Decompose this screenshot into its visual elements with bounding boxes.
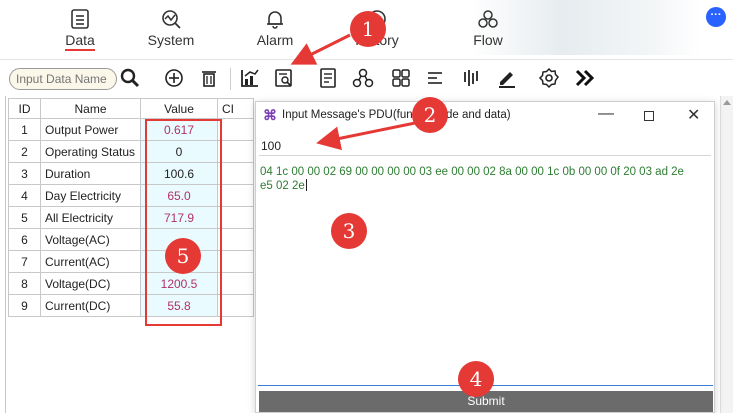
- pdu-text-line-2-value: e5 02 2e: [260, 180, 305, 192]
- pdu-text-line-2: e5 02 2e: [260, 179, 711, 193]
- row-name: Current(AC): [40, 250, 141, 273]
- tab-flow[interactable]: Flow: [448, 8, 528, 48]
- grid-icon[interactable]: [388, 65, 414, 91]
- input-pdu-icon[interactable]: [271, 65, 297, 91]
- toolbar-separator: [230, 68, 231, 90]
- tab-data[interactable]: Data: [40, 8, 120, 51]
- more-options-icon[interactable]: ···: [706, 7, 726, 27]
- row-extra: [217, 140, 254, 163]
- main-scrollbar[interactable]: [720, 96, 733, 413]
- row-extra: [217, 162, 254, 185]
- annotation-badge-1: 1: [350, 11, 386, 47]
- row-extra: [217, 118, 254, 141]
- row-id: 7: [8, 250, 41, 273]
- row-id: 3: [8, 162, 41, 185]
- edit-icon[interactable]: [494, 65, 520, 91]
- annotation-badge-3: 3: [331, 213, 367, 249]
- column-header-extra: CI: [217, 98, 254, 119]
- minimize-icon[interactable]: —: [598, 105, 614, 123]
- column-header-name: Name: [40, 98, 141, 119]
- system-monitor-icon: [162, 10, 181, 29]
- row-id: 8: [8, 272, 41, 295]
- annotation-badge-5: 5: [165, 238, 201, 274]
- search-icon[interactable]: [117, 65, 143, 91]
- row-name: Voltage(AC): [40, 228, 141, 251]
- row-name: Day Electricity: [40, 184, 141, 207]
- row-id: 4: [8, 184, 41, 207]
- delete-icon[interactable]: [196, 65, 222, 91]
- dialog-titlebar: ⌘ Input Message's PDU(func de and data) …: [256, 102, 714, 130]
- pdu-textarea[interactable]: 04 1c 00 00 02 69 00 00 00 00 03 ee 00 0…: [258, 160, 713, 386]
- add-icon[interactable]: [161, 65, 187, 91]
- row-name: Output Power: [40, 118, 141, 141]
- row-name: Current(DC): [40, 294, 141, 317]
- align-left-icon[interactable]: [422, 65, 448, 91]
- row-id: 1: [8, 118, 41, 141]
- row-extra: [217, 294, 254, 317]
- search-input[interactable]: [9, 68, 117, 90]
- column-header-id: ID: [8, 98, 41, 119]
- tab-system[interactable]: System: [131, 8, 211, 48]
- row-id: 5: [8, 206, 41, 229]
- annotation-badge-4: 4: [458, 361, 494, 397]
- row-id: 6: [8, 228, 41, 251]
- row-extra: [217, 272, 254, 295]
- submit-button[interactable]: Submit: [259, 391, 713, 412]
- settings-icon[interactable]: [536, 65, 562, 91]
- row-id: 9: [8, 294, 41, 317]
- annotation-badge-2: 2: [412, 97, 448, 133]
- dialog-app-icon: ⌘: [263, 107, 277, 123]
- row-name: Voltage(DC): [40, 272, 141, 295]
- network-icon[interactable]: [350, 65, 376, 91]
- tab-data-label: Data: [65, 32, 95, 51]
- row-id: 2: [8, 140, 41, 163]
- list-document-icon[interactable]: [315, 65, 341, 91]
- row-extra: [217, 250, 254, 273]
- text-caret: [305, 179, 307, 191]
- close-icon[interactable]: ✕: [687, 105, 700, 125]
- tab-system-label: System: [147, 32, 195, 48]
- row-name: All Electricity: [40, 206, 141, 229]
- address-field[interactable]: [259, 136, 711, 156]
- tab-alarm[interactable]: Alarm: [235, 8, 315, 48]
- document-icon: [71, 9, 89, 29]
- bell-icon: [267, 11, 283, 29]
- pdu-text-line-1: 04 1c 00 00 02 69 00 00 00 00 03 ee 00 0…: [260, 166, 684, 178]
- scroll-up-arrow-icon[interactable]: [723, 100, 731, 105]
- column-header-value: Value: [140, 98, 218, 119]
- row-name: Operating Status: [40, 140, 141, 163]
- left-panel-border: [5, 96, 6, 413]
- tab-alarm-label: Alarm: [256, 32, 294, 48]
- bars-icon[interactable]: [458, 65, 484, 91]
- tab-divider: [0, 59, 733, 60]
- row-name: Duration: [40, 162, 141, 185]
- tab-flow-label: Flow: [473, 32, 503, 48]
- dialog-title-tail: de and data): [446, 109, 511, 121]
- maximize-icon[interactable]: [644, 111, 654, 121]
- row-extra: [217, 206, 254, 229]
- row-extra: [217, 184, 254, 207]
- table-header-row: ID Name Value CI: [8, 98, 254, 119]
- double-chevron-right-icon[interactable]: [572, 65, 598, 91]
- dialog-title: Input Message's PDU(func: [282, 109, 419, 121]
- flow-icon: [478, 10, 498, 28]
- chart-icon[interactable]: [237, 65, 263, 91]
- value-column-highlight: [145, 119, 222, 326]
- row-extra: [217, 228, 254, 251]
